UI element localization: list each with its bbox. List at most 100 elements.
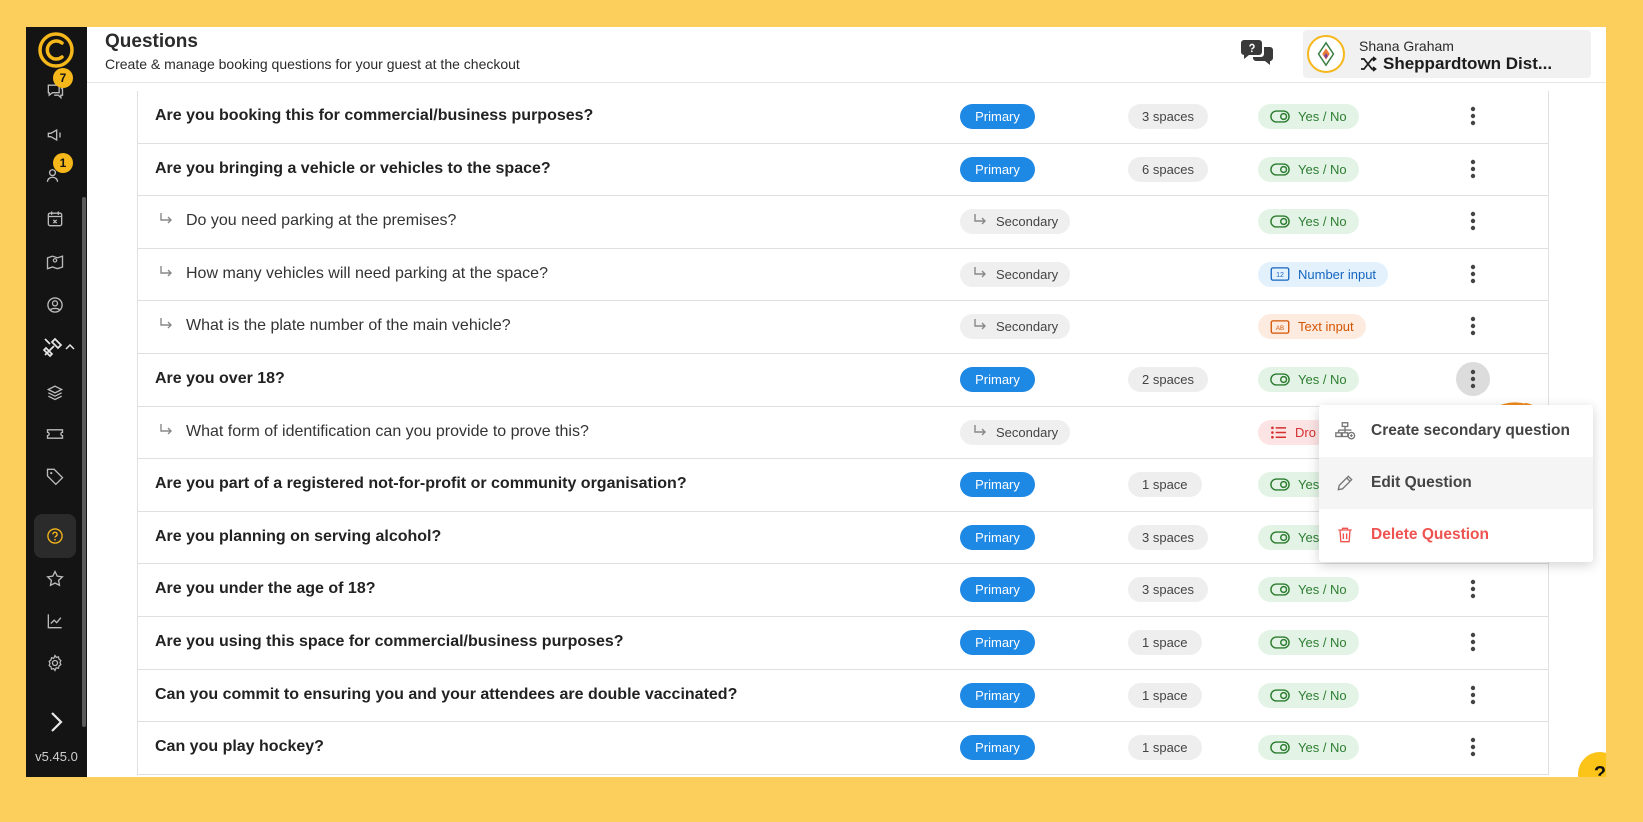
sub-question-arrow-icon [972,317,988,336]
page-title: Questions [105,31,198,52]
question-row[interactable]: Are you under the age of 18? Primary 3 spa… [138,564,1548,617]
megaphone-icon [47,128,61,142]
nav-analytics[interactable] [34,602,76,640]
more-vertical-icon [1470,685,1476,704]
edit-question-label: Edit Question [1371,474,1472,491]
nav-calendar[interactable] [34,200,76,238]
nav-marketing[interactable] [34,116,76,154]
question-row[interactable]: What is the plate number of the main veh… [138,301,1548,354]
spaces-count-badge: 6 spaces [1128,156,1209,182]
spaces-count-badge: 2 spaces [1128,366,1209,392]
question-text: Do you need parking at the premises? [186,212,457,230]
type-badge-secondary: Secondary [960,314,1071,340]
nav-tags[interactable] [34,457,76,495]
type-badge-primary: Primary [960,366,1035,392]
current-venue: Sheppardtown Dist... [1359,54,1552,74]
answer-type-badge: 12 Number input [1258,261,1389,287]
hierarchy-add-icon [1333,419,1357,443]
question-text: What form of identification can you prov… [186,422,589,440]
tag-icon [46,468,64,486]
user-name: Shana Graham [1359,38,1454,54]
spaces-count-badge: 1 space [1128,735,1202,761]
answer-type-badge: Yes / No [1258,577,1359,603]
app-logo[interactable] [36,30,76,70]
question-row[interactable]: How many vehicles will need parking at t… [138,249,1548,302]
toggle-icon [1270,531,1290,544]
question-text: Are you booking this for commercial/busi… [155,107,594,124]
sub-question-arrow-icon [158,422,174,438]
answer-type-label: Yes / No [1298,740,1347,756]
row-actions-button[interactable] [1456,678,1490,712]
nav-tools[interactable] [34,328,82,366]
chevron-up-icon [65,343,75,350]
trash-icon [1333,523,1357,547]
type-badge-primary: Primary [960,156,1035,182]
answer-type-badge: AB Text input [1258,314,1366,340]
toggle-icon [1270,636,1290,649]
answer-type-badge: Yes / No [1258,629,1359,655]
row-actions-button[interactable] [1456,361,1490,396]
profile-icon [47,297,63,313]
row-actions-button[interactable] [1456,730,1490,764]
chevron-right-icon [51,712,63,732]
type-label: Secondary [996,319,1059,335]
nav-messages[interactable]: 7 [34,68,76,110]
question-row[interactable]: Can you commit to ensuring you and your … [138,670,1548,723]
nav-layers[interactable] [34,373,76,411]
answer-type-badge: Yes / No [1258,366,1359,392]
answer-type-label: Yes / No [1298,109,1347,124]
sub-question-arrow-icon [158,264,174,280]
svg-text:AB: AB [1276,325,1284,332]
chat-button[interactable] [1237,37,1277,71]
question-row[interactable]: Are you over 18? Primary 2 spaces Yes / No [138,354,1548,407]
nav-users[interactable]: 1 [34,153,76,195]
type-badge-primary: Primary [960,524,1035,550]
row-actions-button[interactable] [1456,204,1490,238]
nav-spaces[interactable] [34,243,76,281]
more-vertical-icon [1470,317,1476,336]
row-actions-button[interactable] [1456,257,1490,291]
question-row[interactable]: Are you bringing a vehicle or vehicles t… [138,144,1548,197]
row-actions-button[interactable] [1456,99,1490,133]
toggle-icon [1270,688,1290,702]
toggle-icon [1270,215,1290,228]
sidebar-scrollbar[interactable] [82,197,86,727]
answer-type-label: Yes / No [1298,582,1347,598]
more-vertical-icon [1470,632,1476,652]
answer-type-badge: Yes / No [1258,735,1359,761]
row-actions-button[interactable] [1456,625,1490,659]
expand-sidebar-button[interactable] [44,707,68,737]
question-context-menu: Create secondary question Edit Question … [1319,405,1593,562]
nav-questions[interactable] [34,514,76,558]
type-badge-secondary: Secondary [960,261,1071,287]
shuffle-icon [1361,56,1377,72]
spaces-count-badge: 1 space [1128,472,1202,498]
sub-question-arrow-icon [972,265,988,284]
nav-profile[interactable] [34,286,76,324]
question-row[interactable]: Are you using this space for commercial/… [138,617,1548,670]
row-actions-button[interactable] [1456,572,1490,606]
question-row[interactable]: Are you booking this for commercial/busi… [138,91,1548,144]
create-secondary-question-item[interactable]: Create secondary question [1319,405,1593,457]
spaces-map-icon [46,255,64,270]
nav-tickets[interactable] [34,415,76,453]
edit-question-item[interactable]: Edit Question [1319,457,1593,509]
venue-logo-icon [1317,41,1335,67]
account-switcher[interactable]: Shana Graham Sheppardtown Dist... [1303,30,1591,78]
row-actions-button[interactable] [1456,152,1490,186]
more-vertical-icon [1470,369,1476,389]
answer-type-label: Text input [1298,319,1354,335]
nav-reviews[interactable] [34,560,76,598]
question-row[interactable]: Can you play hockey? Primary 1 space Yes / … [138,722,1548,775]
nav-settings[interactable] [34,644,76,682]
row-actions-button[interactable] [1456,309,1490,343]
question-text: Are you planning on serving alcohol? [155,527,442,545]
question-row[interactable]: Do you need parking at the premises? Seco… [138,196,1548,249]
text-input-icon: AB [1270,320,1290,334]
delete-question-item[interactable]: Delete Question [1319,509,1593,561]
sub-question-arrow-icon [972,423,988,442]
toggle-icon [1270,741,1290,754]
calendar-icon [47,211,63,227]
type-badge-primary: Primary [960,577,1035,603]
spaces-count-badge: 3 spaces [1128,524,1209,550]
